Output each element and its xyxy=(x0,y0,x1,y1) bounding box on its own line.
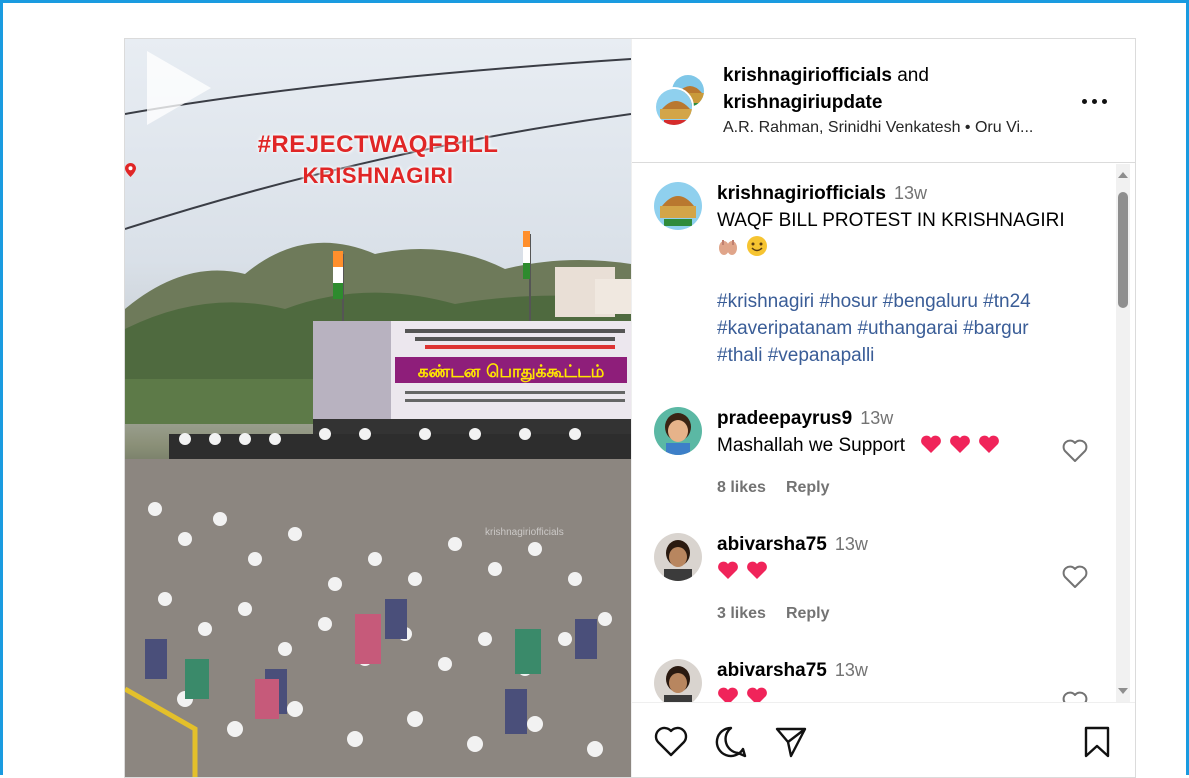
comment-body: pradeepayrus9 13w Mashallah we Support xyxy=(717,405,1077,459)
play-icon[interactable] xyxy=(125,39,221,135)
red-heart-emoji xyxy=(747,561,767,579)
collab-avatars[interactable] xyxy=(654,73,706,129)
reply-button[interactable]: Reply xyxy=(786,605,830,622)
comment-meta: 8 likes Reply xyxy=(717,479,830,497)
comment-likes-count[interactable]: 8 likes xyxy=(717,479,766,496)
caption-emojis xyxy=(717,234,1077,261)
scroll-up-arrow-icon[interactable] xyxy=(1118,170,1128,180)
caption-hashtags-line-2[interactable]: #kaveripatanam #uthangarai #bargur xyxy=(717,315,1077,342)
red-heart-emoji xyxy=(747,687,767,702)
post-caption: krishnagiriofficials 13w WAQF BILL PROTES… xyxy=(654,182,1114,382)
post-action-bar xyxy=(632,702,1135,777)
smiling-face-emoji xyxy=(747,236,767,256)
more-options-icon[interactable] xyxy=(1080,91,1110,111)
instagram-post-modal: கண்டன பொதுக்கூட்டம் #REJECTWAQFBILL KRIS… xyxy=(124,38,1136,778)
comment-item: abivarsha75 13w 3 likes Reply xyxy=(654,533,1114,643)
caption-username[interactable]: krishnagiriofficials xyxy=(717,183,886,204)
red-heart-emoji xyxy=(718,561,738,579)
reel-video[interactable]: கண்டன பொதுக்கூட்டம் #REJECTWAQFBILL KRIS… xyxy=(125,39,631,777)
comment-text: Mashallah we Support xyxy=(717,435,905,456)
save-bookmark-icon[interactable] xyxy=(1080,725,1114,759)
red-heart-emoji xyxy=(921,435,942,453)
author-link-krishnagiriupdate[interactable]: krishnagiriupdate xyxy=(723,92,882,113)
scrollbar-thumb[interactable] xyxy=(1118,192,1128,308)
location-text: KRISHNAGIRI xyxy=(302,163,454,188)
comment-body: abivarsha75 13w xyxy=(717,531,1077,585)
avatar[interactable] xyxy=(654,407,702,455)
krishnagiri-logo-avatar xyxy=(656,89,692,125)
comment-username[interactable]: abivarsha75 xyxy=(717,534,827,555)
like-comment-heart-icon[interactable] xyxy=(1062,691,1088,702)
heart-emojis xyxy=(717,684,1077,702)
user-photo-avatar xyxy=(654,659,702,702)
raised-hands-emoji xyxy=(719,240,737,255)
krishnagiri-logo-avatar xyxy=(654,182,702,230)
post-header: krishnagiriofficials and krishnagiriupda… xyxy=(632,39,1135,163)
comment-body: abivarsha75 13w xyxy=(717,657,1077,702)
comment-item: abivarsha75 13w xyxy=(654,659,1114,702)
comment-time[interactable]: 13w xyxy=(835,534,868,554)
comment-bubble-icon[interactable] xyxy=(714,725,748,759)
red-heart-emoji xyxy=(979,435,1000,453)
post-authors: krishnagiriofficials and krishnagiriupda… xyxy=(723,62,929,116)
comment-username[interactable]: pradeepayrus9 xyxy=(717,408,852,429)
banner-text: கண்டன பொதுக்கூட்டம் xyxy=(418,362,605,382)
like-comment-heart-icon[interactable] xyxy=(1062,439,1088,463)
comment-username[interactable]: abivarsha75 xyxy=(717,660,827,681)
heart-emojis xyxy=(915,435,1007,456)
avatar[interactable] xyxy=(654,182,702,230)
comments-scroll-area[interactable]: krishnagiriofficials 13w WAQF BILL PROTES… xyxy=(632,164,1135,702)
reply-button[interactable]: Reply xyxy=(786,479,830,496)
audio-attribution-link[interactable]: A.R. Rahman, Srinidhi Venkatesh • Oru Vi… xyxy=(723,119,1033,137)
cartoon-avatar xyxy=(654,407,702,455)
user-photo-avatar xyxy=(654,533,702,581)
caption-time[interactable]: 13w xyxy=(894,183,927,203)
video-overlay-hashtag: #REJECTWAQFBILL xyxy=(257,131,499,158)
location-pin-icon xyxy=(125,163,136,177)
comment-time[interactable]: 13w xyxy=(860,408,893,428)
author-link-krishnagiriofficials[interactable]: krishnagiriofficials xyxy=(723,65,892,86)
comment-time[interactable]: 13w xyxy=(835,660,868,680)
share-send-icon[interactable] xyxy=(774,725,808,759)
video-overlay-location: KRISHNAGIRI xyxy=(125,163,631,189)
caption-text: WAQF BILL PROTEST IN KRISHNAGIRI xyxy=(717,210,1065,231)
comment-meta: 3 likes Reply xyxy=(717,605,830,623)
like-comment-heart-icon[interactable] xyxy=(1062,565,1088,589)
post-side-panel: krishnagiriofficials and krishnagiriupda… xyxy=(631,39,1135,777)
avatar[interactable] xyxy=(654,659,702,702)
like-heart-icon[interactable] xyxy=(654,725,688,759)
avatar[interactable] xyxy=(654,87,694,127)
browser-frame: கண்டன பொதுக்கூட்டம் #REJECTWAQFBILL KRIS… xyxy=(0,0,1189,778)
comment-item: pradeepayrus9 13w Mashallah we Support 8 … xyxy=(654,407,1114,517)
caption-hashtags-line-3[interactable]: #thali #vepanapalli xyxy=(717,342,1077,369)
red-heart-emoji xyxy=(950,435,971,453)
comment-likes-count[interactable]: 3 likes xyxy=(717,605,766,622)
caption-body: krishnagiriofficials 13w WAQF BILL PROTES… xyxy=(717,180,1077,369)
caption-hashtags-line-1[interactable]: #krishnagiri #hosur #bengaluru #tn24 xyxy=(717,288,1077,315)
heart-emojis xyxy=(717,558,1077,585)
video-watermark: krishnagiriofficials xyxy=(485,527,564,538)
scroll-down-arrow-icon[interactable] xyxy=(1118,686,1128,696)
avatar[interactable] xyxy=(654,533,702,581)
red-heart-emoji xyxy=(718,687,738,702)
author-joiner: and xyxy=(891,65,929,86)
